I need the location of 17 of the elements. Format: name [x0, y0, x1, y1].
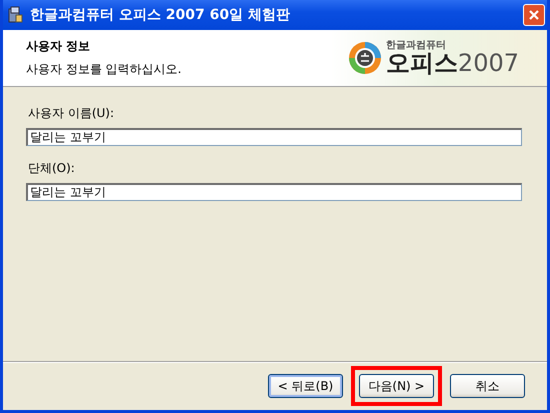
page-title: 사용자 정보	[26, 38, 92, 55]
dialog-button[interactable]: 다음(N) >	[359, 374, 434, 398]
logo-product: 오피스	[386, 51, 458, 75]
logo-version: 2007	[458, 51, 519, 75]
close-button[interactable]	[523, 4, 545, 26]
input-field[interactable]: 달리는 꼬부기	[26, 183, 522, 201]
logo-icon	[348, 41, 382, 75]
installer-icon	[6, 6, 24, 24]
window-title: 한글과컴퓨터 오피스 2007 60일 체험판	[30, 6, 291, 24]
field-label: 사용자 이름(U):	[28, 105, 116, 122]
input-field[interactable]: 달리는 꼬부기	[26, 128, 522, 146]
page-subtitle: 사용자 정보를 입력하십시오.	[26, 61, 182, 78]
close-icon	[527, 8, 541, 22]
field-label: 단체(O):	[28, 160, 76, 177]
logo-company: 한글과컴퓨터	[386, 41, 447, 51]
dialog-button[interactable]: 취소	[450, 374, 525, 398]
dialog-button[interactable]: < 뒤로(B)	[268, 374, 343, 398]
